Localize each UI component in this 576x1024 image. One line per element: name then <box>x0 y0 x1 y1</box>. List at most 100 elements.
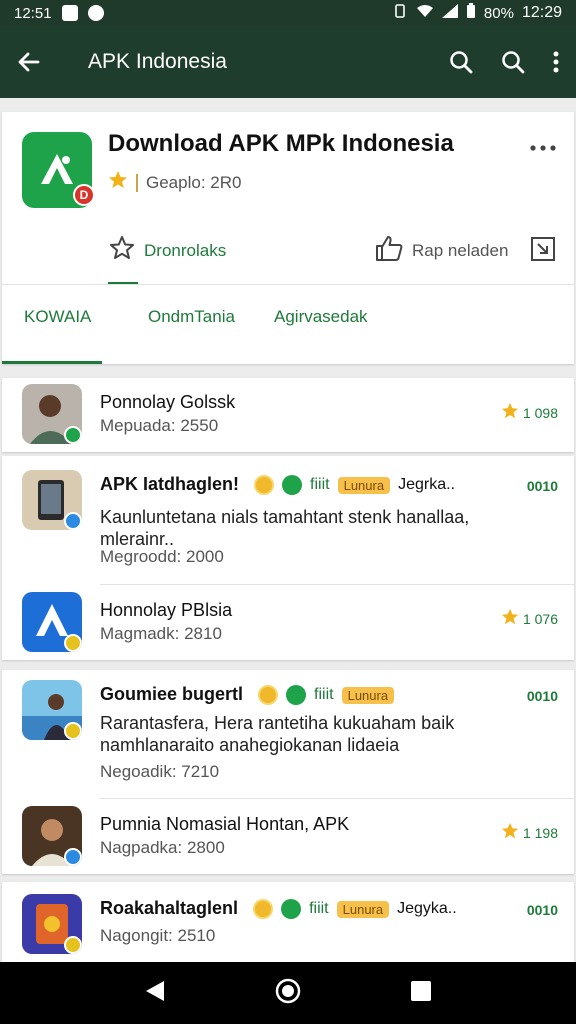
item-extra: Jegrka.. <box>398 476 455 494</box>
tabs-row: KOWAIA OndmTania Agirvasedak <box>2 284 574 364</box>
item-subtitle: Negoadik: 7210 <box>100 762 220 781</box>
app-subtitle-text: Geaplo: 2R0 <box>146 172 242 192</box>
item-title: APK Iatdhaglen! <box>100 474 240 494</box>
verified-icon <box>64 722 82 740</box>
star-icon <box>501 402 519 423</box>
tab-indicator <box>2 361 102 364</box>
share-icon[interactable] <box>530 236 556 267</box>
status-bar: 12:51 80% 12:29 <box>0 0 576 26</box>
avatar <box>22 806 82 866</box>
star-icon <box>501 608 519 629</box>
vibrate-icon <box>392 3 408 24</box>
google-icon <box>282 475 303 496</box>
item-title-row: APK Iatdhaglen! fiiit Lunura Jegrka.. <box>100 474 455 496</box>
item-extra: Jegyka.. <box>397 900 457 918</box>
item-title-row: Roakahaltaglenl fiiit Lunura Jegyka.. <box>100 898 457 920</box>
list-item[interactable]: Roakahaltaglenl fiiit Lunura Jegyka.. 00… <box>2 882 574 962</box>
verified-icon <box>64 634 82 652</box>
tab-kowaia[interactable]: KOWAIA <box>24 307 91 327</box>
item-fiit: fiiit <box>310 476 330 494</box>
item-rating: 1 076 <box>501 608 558 629</box>
item-tag: Lunura <box>337 476 391 494</box>
avatar <box>22 470 82 530</box>
app-title: Download APK MPk Indonesia <box>108 130 454 157</box>
item-subtitle: Mepuada: 2550 <box>100 416 219 435</box>
item-rating-value: 1 098 <box>522 404 558 421</box>
item-tag: Lunura <box>336 900 390 918</box>
star-icon <box>501 822 519 843</box>
star-icon <box>108 170 128 195</box>
item-description: Rarantasfera, Hera rantetiha kukuaham ba… <box>100 713 455 755</box>
coin-icon <box>254 475 275 496</box>
rate-action[interactable]: Rap neladen <box>374 234 508 267</box>
avatar <box>22 592 82 652</box>
clock: 12:29 <box>521 4 562 21</box>
verified-icon <box>64 848 82 866</box>
item-subtitle: Nagpadka: 2800 <box>100 838 225 857</box>
signal-icon <box>441 3 458 23</box>
divider <box>100 584 574 585</box>
download-action[interactable]: Dronrolaks <box>108 234 226 267</box>
item-title: Honnolay PBlsia <box>100 600 233 620</box>
avatar <box>22 680 82 740</box>
download-label: Dronrolaks <box>144 240 227 260</box>
more-horiz-icon[interactable] <box>530 138 556 156</box>
star-outline-icon <box>108 234 136 267</box>
coin-icon <box>253 899 274 920</box>
app-header-card: D Download APK MPk Indonesia Geaplo: 2R0… <box>2 112 574 364</box>
battery-level: 80% <box>483 4 514 22</box>
notification-icon-2 <box>87 5 104 21</box>
wifi-icon <box>416 4 434 23</box>
status-left-text: 12:51 <box>14 4 52 22</box>
tab-agirvasedak[interactable]: Agirvasedak <box>274 307 368 327</box>
item-tag: Lunura <box>341 686 395 704</box>
item-subtitle: Magmadk: 2810 <box>100 624 222 643</box>
item-fiit: fiiit <box>314 686 334 704</box>
more-vert-icon[interactable] <box>552 50 560 74</box>
list-group: Goumiee bugertl fiiit Lunura 0010 Rarant… <box>2 670 574 874</box>
item-title: Ponnolay Golssk <box>100 392 236 412</box>
app-logo-icon: D <box>22 132 95 208</box>
arrow-left-icon[interactable] <box>16 49 42 75</box>
item-badges: fiiit Lunura Jegrka.. <box>254 475 455 496</box>
back-nav-icon[interactable] <box>144 979 166 1008</box>
verified-icon <box>64 426 82 444</box>
recents-nav-icon[interactable] <box>410 980 432 1007</box>
tab-ondmtania[interactable]: OndmTania <box>148 307 235 327</box>
battery-icon <box>466 2 476 24</box>
thumbs-up-icon <box>374 234 404 267</box>
search-icon[interactable] <box>448 49 474 75</box>
coin-icon <box>258 685 279 706</box>
item-title-row: Goumiee bugertl fiiit Lunura <box>100 684 395 706</box>
system-nav-bar <box>0 962 576 1024</box>
item-rating: 1 198 <box>501 822 558 843</box>
item-code: 0010 <box>526 902 558 918</box>
item-code: 0010 <box>526 478 558 494</box>
item-badges: fiiit Lunura Jegyka.. <box>253 899 457 920</box>
search-icon[interactable] <box>500 49 526 75</box>
avatar <box>22 384 82 444</box>
item-title: Pumnia Nomasial Hontan, APK <box>100 814 350 834</box>
app-bar: APK Indonesia <box>0 26 576 98</box>
verified-icon <box>64 936 82 954</box>
home-nav-icon[interactable] <box>274 977 302 1010</box>
item-rating: 1 098 <box>501 402 558 423</box>
action-row: Dronrolaks Rap neladen <box>2 228 574 285</box>
notification-icon <box>61 5 78 21</box>
item-subtitle: Nagongit: 2510 <box>100 926 216 945</box>
item-badges: fiiit Lunura <box>258 685 395 706</box>
avatar <box>22 894 82 954</box>
app-bar-title: APK Indonesia <box>88 50 227 73</box>
app-badge: D <box>73 184 95 206</box>
item-rating-value: 1 198 <box>522 824 558 841</box>
app-subtitle: Geaplo: 2R0 <box>108 170 241 195</box>
item-title: Roakahaltaglenl <box>100 898 239 918</box>
divider <box>100 798 574 799</box>
list-item[interactable]: Ponnolay Golssk Mepuada: 2550 1 098 <box>2 378 574 452</box>
google-icon <box>286 685 307 706</box>
item-code: 0010 <box>526 688 558 704</box>
list-group: APK Iatdhaglen! fiiit Lunura Jegrka.. 00… <box>2 456 574 660</box>
verified-icon <box>64 512 82 530</box>
item-title: Goumiee bugertl <box>100 684 244 704</box>
rate-label: Rap neladen <box>412 240 509 260</box>
